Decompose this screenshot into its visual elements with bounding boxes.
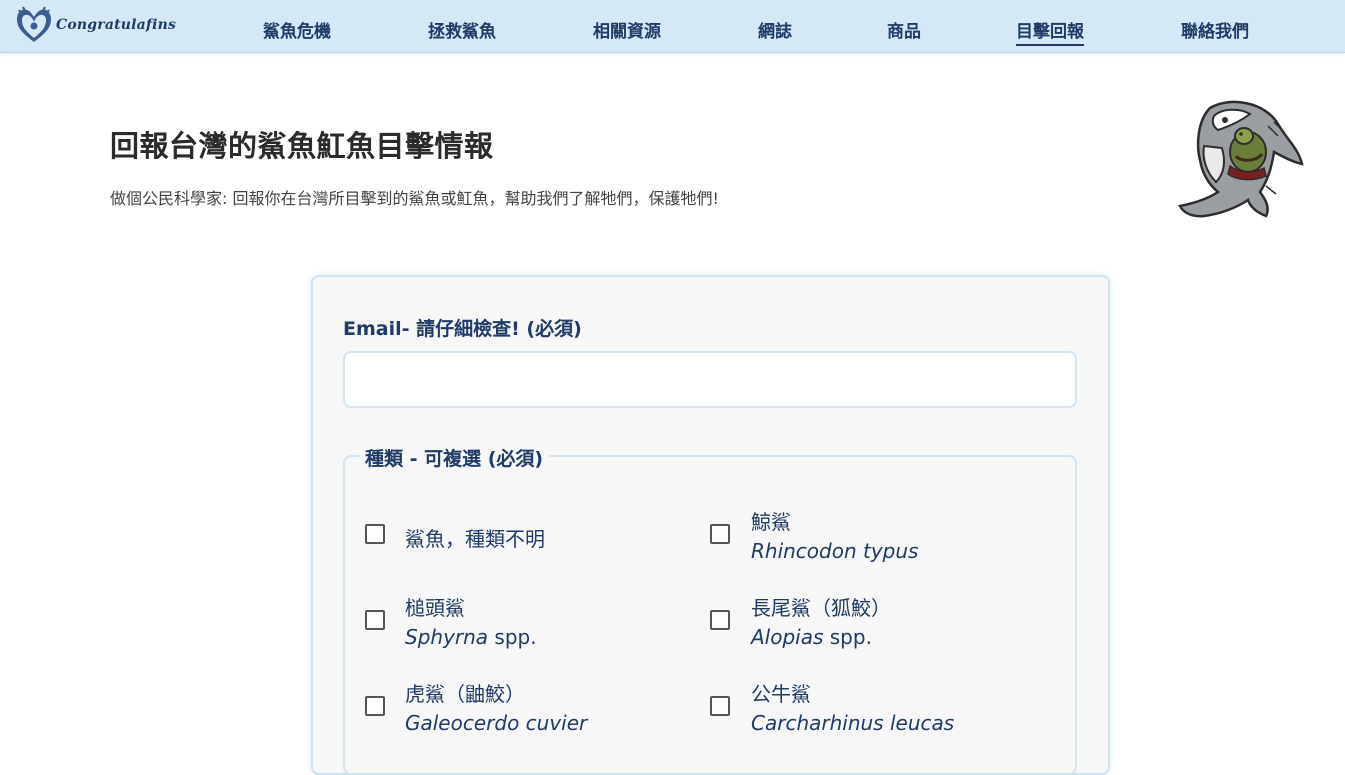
brand-logo[interactable]: Congratulafins xyxy=(14,4,176,46)
species-name: 槌頭鯊 xyxy=(405,596,465,620)
species-name: 長尾鯊（狐鮫） xyxy=(751,596,891,620)
species-name: 虎鯊（鼬鮫） xyxy=(405,682,525,706)
nav-item-shark-crisis[interactable]: 鯊魚危機 xyxy=(263,17,331,42)
species-checkbox[interactable] xyxy=(710,610,730,630)
species-name: 公牛鯊 xyxy=(751,682,811,706)
shark-mascot-illustration xyxy=(1178,100,1304,218)
species-checkbox[interactable] xyxy=(365,524,385,544)
species-checkbox[interactable] xyxy=(710,696,730,716)
species-name: 鯨鯊 xyxy=(751,510,791,534)
species-legend: 種類 - 可複選 (必須) xyxy=(359,444,550,471)
species-checkbox[interactable] xyxy=(710,524,730,544)
nav-item-sighting-report[interactable]: 目擊回報 xyxy=(1016,17,1084,46)
species-scientific-name: Rhincodon typus xyxy=(751,539,919,563)
brand-name: Congratulafins xyxy=(56,17,177,33)
nav-item-save-sharks[interactable]: 拯救鯊魚 xyxy=(428,17,496,42)
species-checkbox[interactable] xyxy=(365,610,385,630)
email-field[interactable] xyxy=(343,351,1077,408)
species-scientific-name: Alopias spp. xyxy=(751,625,872,649)
page-subtitle: 做個公民科學家: 回報你在台灣所目擊到的鯊魚或魟魚，幫助我們了解牠們，保護牠們! xyxy=(110,189,719,208)
species-scientific-name: Sphyrna spp. xyxy=(405,625,537,649)
top-nav: Congratulafins 鯊魚危機 拯救鯊魚 相關資源 網誌 商品 目擊回報… xyxy=(0,0,1345,53)
nav-item-shop[interactable]: 商品 xyxy=(887,17,921,42)
page-title: 回報台灣的鯊魚魟魚目擊情報 xyxy=(110,129,494,163)
nav-item-resources[interactable]: 相關資源 xyxy=(593,17,661,42)
species-scientific-name: Galeocerdo cuvier xyxy=(405,711,588,735)
email-label: Email- 請仔細檢查! (必須) xyxy=(343,318,582,340)
species-name: 鯊魚，種類不明 xyxy=(405,527,545,551)
nav-item-contact[interactable]: 聯絡我們 xyxy=(1181,17,1249,42)
winged-heart-logo-icon xyxy=(17,6,51,43)
species-checkbox[interactable] xyxy=(365,696,385,716)
species-scientific-name: Carcharhinus leucas xyxy=(751,711,955,735)
nav-item-blog[interactable]: 網誌 xyxy=(758,17,792,42)
